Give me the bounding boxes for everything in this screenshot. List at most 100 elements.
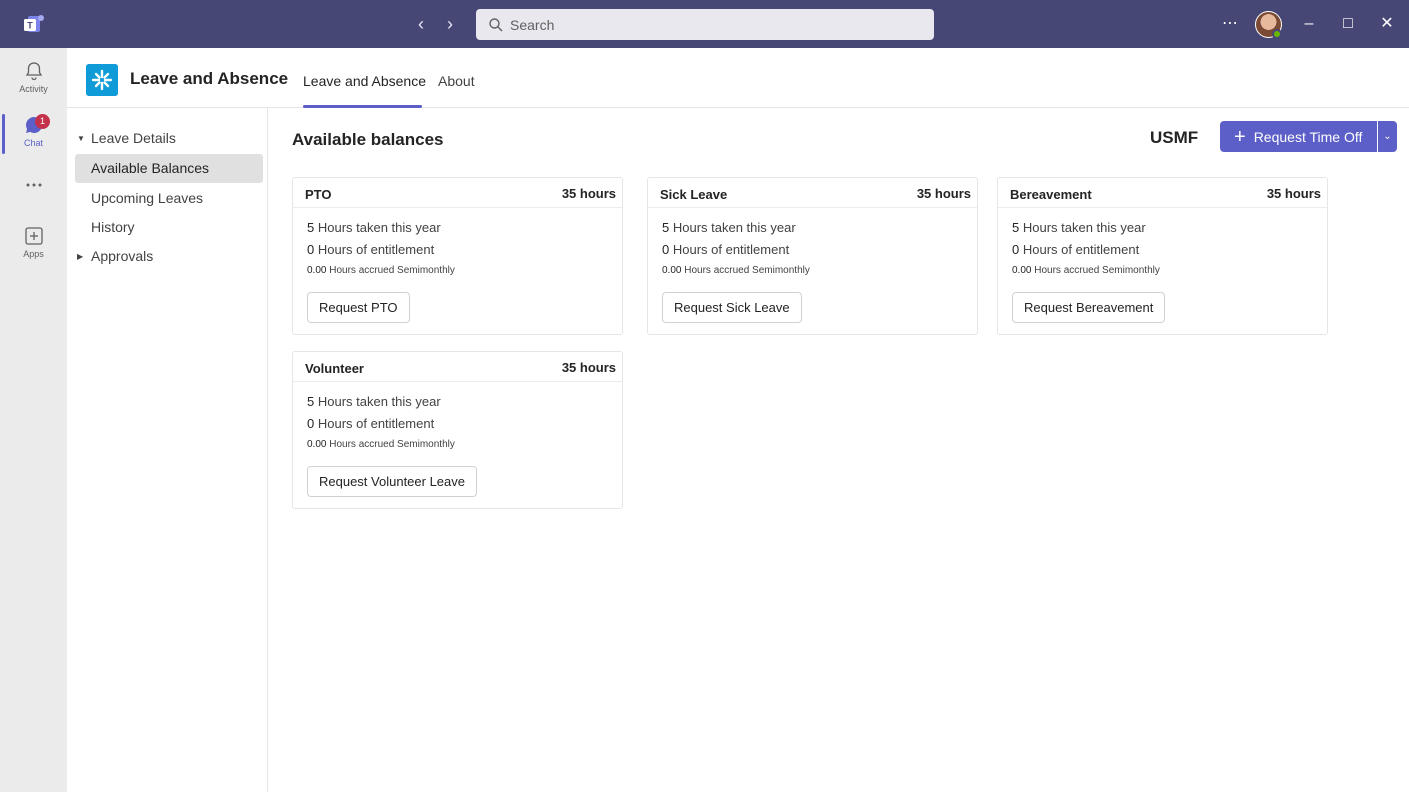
tab-leave-and-absence[interactable]: Leave and Absence bbox=[303, 73, 426, 89]
hours-taken-label: Hours taken this year bbox=[317, 394, 441, 409]
hours-taken-line: 5 Hours taken this year bbox=[662, 220, 796, 235]
accrued-label: Hours accrued Semimonthly bbox=[329, 439, 455, 450]
card-header: PTO 35 hours bbox=[293, 178, 622, 208]
nav-label: History bbox=[91, 219, 135, 235]
nav-item-upcoming-leaves[interactable]: Upcoming Leaves bbox=[75, 184, 263, 213]
ellipsis-icon[interactable]: ⋯ bbox=[1218, 12, 1242, 36]
rail-item-activity[interactable]: Activity bbox=[0, 60, 67, 110]
card-header: Bereavement 35 hours bbox=[998, 178, 1327, 208]
balance-card-sick-leave: Sick Leave 35 hours 5 Hours taken this y… bbox=[647, 177, 978, 335]
title-bar: T ‹ › ⋯ – □ ✕ bbox=[0, 0, 1409, 48]
accrued-value: 0.00 bbox=[1012, 265, 1032, 276]
rail-item-apps[interactable]: Apps bbox=[0, 225, 67, 275]
rail-item-chat[interactable]: 1 Chat bbox=[0, 114, 67, 164]
entitlement-label: Hours of entitlement bbox=[317, 242, 435, 257]
nav-label: Leave Details bbox=[91, 130, 176, 146]
card-header: Volunteer 35 hours bbox=[293, 352, 622, 382]
company-label: USMF bbox=[1150, 128, 1199, 147]
hours-taken-label: Hours taken this year bbox=[672, 220, 796, 235]
search-input[interactable] bbox=[510, 16, 890, 33]
back-icon[interactable]: ‹ bbox=[411, 14, 431, 34]
leave-type-name: Bereavement bbox=[1010, 187, 1092, 202]
nav-item-history[interactable]: History bbox=[75, 213, 263, 242]
nav-group-approvals[interactable]: ▶ Approvals bbox=[75, 242, 263, 271]
nav-item-available-balances[interactable]: Available Balances bbox=[75, 154, 263, 183]
rail-label: Activity bbox=[19, 84, 48, 94]
chevron-down-icon: ⌄ bbox=[1383, 131, 1392, 142]
close-icon[interactable]: ✕ bbox=[1375, 12, 1399, 36]
caret-down-icon: ▼ bbox=[77, 134, 85, 143]
app-title: Leave and Absence bbox=[130, 69, 289, 88]
minimize-icon[interactable]: – bbox=[1297, 12, 1321, 36]
entitlement-value: 0 bbox=[307, 242, 315, 257]
leave-type-name: Sick Leave bbox=[660, 187, 728, 202]
rail-label: Chat bbox=[23, 138, 43, 148]
presence-available-icon bbox=[1272, 29, 1282, 39]
page-title: Available balances bbox=[292, 130, 444, 149]
hours-taken-line: 5 Hours taken this year bbox=[307, 394, 441, 409]
entitlement-value: 0 bbox=[307, 416, 315, 431]
forward-icon[interactable]: › bbox=[440, 14, 460, 34]
card-header: Sick Leave 35 hours bbox=[648, 178, 977, 208]
hours-taken-label: Hours taken this year bbox=[1022, 220, 1146, 235]
accrued-label: Hours accrued Semimonthly bbox=[684, 265, 810, 276]
request-volunteer-leave-button[interactable]: Request Volunteer Leave bbox=[307, 466, 477, 497]
entitlement-line: 0 Hours of entitlement bbox=[1012, 242, 1139, 257]
entitlement-line: 0 Hours of entitlement bbox=[307, 416, 434, 431]
request-bereavement-button[interactable]: Request Bereavement bbox=[1012, 292, 1166, 323]
entitlement-label: Hours of entitlement bbox=[317, 416, 435, 431]
plus-icon: + bbox=[1234, 125, 1246, 148]
more-apps-icon bbox=[26, 183, 41, 187]
leave-app-logo-icon bbox=[86, 64, 118, 96]
entitlement-value: 0 bbox=[662, 242, 670, 257]
hours-taken-line: 5 Hours taken this year bbox=[1012, 220, 1146, 235]
nav-label: Approvals bbox=[91, 248, 154, 264]
entitlement-label: Hours of entitlement bbox=[672, 242, 790, 257]
hours-taken-line: 5 Hours taken this year bbox=[307, 220, 441, 235]
caret-right-icon: ▶ bbox=[77, 252, 84, 261]
nav-label: Upcoming Leaves bbox=[91, 190, 204, 206]
balance-card-volunteer: Volunteer 35 hours 5 Hours taken this ye… bbox=[292, 351, 623, 509]
apps-icon bbox=[24, 227, 43, 245]
search-box[interactable] bbox=[476, 9, 934, 40]
hours-taken-value: 5 bbox=[307, 220, 315, 235]
balance-card-bereavement: Bereavement 35 hours 5 Hours taken this … bbox=[997, 177, 1328, 335]
tab-about[interactable]: About bbox=[438, 73, 475, 89]
accrued-line: 0.00 Hours accrued Semimonthly bbox=[1012, 265, 1160, 276]
search-icon bbox=[489, 17, 503, 31]
teams-logo-icon: T bbox=[24, 15, 44, 32]
entitlement-label: Hours of entitlement bbox=[1022, 242, 1140, 257]
rail-item-more[interactable] bbox=[0, 178, 67, 228]
accrued-line: 0.00 Hours accrued Semimonthly bbox=[307, 265, 455, 276]
accrued-value: 0.00 bbox=[662, 265, 682, 276]
app-header: Leave and Absence Leave and Absence Abou… bbox=[67, 48, 1409, 108]
request-time-off-button[interactable]: + Request Time Off bbox=[1220, 121, 1377, 152]
nav-group-leave-details[interactable]: ▼ Leave Details bbox=[75, 124, 263, 153]
balance-hours: 35 hours bbox=[561, 186, 616, 201]
balance-hours: 35 hours bbox=[561, 360, 616, 375]
app-rail: Activity 1 Chat Apps bbox=[0, 48, 67, 792]
accrued-line: 0.00 Hours accrued Semimonthly bbox=[662, 265, 810, 276]
balance-hours: 35 hours bbox=[1266, 186, 1321, 201]
hours-taken-label: Hours taken this year bbox=[317, 220, 441, 235]
request-options-dropdown[interactable]: ⌄ bbox=[1378, 121, 1397, 152]
entitlement-line: 0 Hours of entitlement bbox=[662, 242, 789, 257]
notification-badge: 1 bbox=[35, 114, 50, 129]
left-nav: ▼ Leave Details Available Balances Upcom… bbox=[67, 108, 268, 792]
hours-taken-value: 5 bbox=[662, 220, 670, 235]
request-time-off-label: Request Time Off bbox=[1253, 128, 1363, 145]
accrued-label: Hours accrued Semimonthly bbox=[329, 265, 455, 276]
request-pto-button[interactable]: Request PTO bbox=[307, 292, 410, 323]
nav-label: Available Balances bbox=[91, 160, 210, 176]
entitlement-value: 0 bbox=[1012, 242, 1020, 257]
accrued-value: 0.00 bbox=[307, 439, 327, 450]
hours-taken-value: 5 bbox=[1012, 220, 1020, 235]
leave-type-name: Volunteer bbox=[305, 361, 364, 376]
request-sick-leave-button[interactable]: Request Sick Leave bbox=[662, 292, 802, 323]
rail-label: Apps bbox=[23, 249, 44, 259]
maximize-icon[interactable]: □ bbox=[1336, 12, 1360, 36]
svg-text:T: T bbox=[27, 21, 33, 31]
accrued-label: Hours accrued Semimonthly bbox=[1034, 265, 1160, 276]
balance-hours: 35 hours bbox=[916, 186, 971, 201]
entitlement-line: 0 Hours of entitlement bbox=[307, 242, 434, 257]
